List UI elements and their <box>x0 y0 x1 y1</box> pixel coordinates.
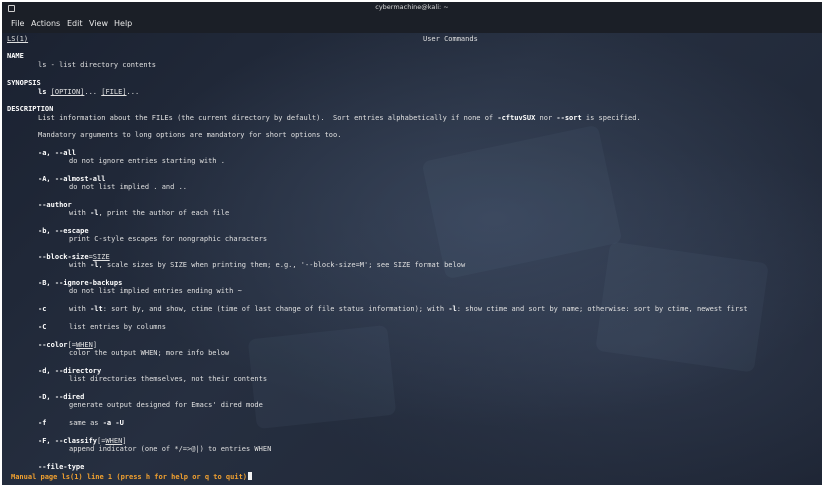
man-header-center: User Commands <box>423 35 478 43</box>
option-description: same as -a -U <box>69 419 124 427</box>
option-description: do not list implied entries ending with … <box>69 287 242 295</box>
title-bar[interactable]: cybermachine@kali: ~ <box>2 2 822 16</box>
menu-edit[interactable]: Edit <box>67 19 83 28</box>
window-title: cybermachine@kali: ~ <box>375 3 449 11</box>
menu-view[interactable]: View <box>89 19 108 28</box>
section-description-heading: DESCRIPTION <box>7 105 54 113</box>
menu-actions[interactable]: Actions <box>31 19 60 28</box>
pager-status-line: Manual page ls(1) line 1 (press h for he… <box>11 472 253 482</box>
option-description: do not list implied . and .. <box>69 183 188 191</box>
option-description: append indicator (one of */=>@|) to entr… <box>69 445 272 453</box>
section-synopsis-heading: SYNOPSIS <box>7 79 41 87</box>
option-description: list entries by columns <box>69 323 166 331</box>
terminal-window: cybermachine@kali: ~ File Actions Edit V… <box>2 2 822 485</box>
option-description: with -l, print the author of each file <box>69 209 230 217</box>
option-description: do not ignore entries starting with . <box>69 157 225 165</box>
option-flag: -C <box>38 323 47 331</box>
menu-file[interactable]: File <box>11 19 24 28</box>
option-description: list directories themselves, not their c… <box>69 375 268 383</box>
menu-help[interactable]: Help <box>114 19 132 28</box>
section-name-heading: NAME <box>7 52 24 60</box>
option-flag: --author <box>38 201 72 209</box>
synopsis-line: ls [OPTION]... [FILE]... <box>38 88 140 96</box>
option-description: with -l, scale sizes by SIZE when printi… <box>69 261 466 269</box>
description-line: Mandatory arguments to long options are … <box>38 131 342 139</box>
option-description: with -lt: sort by, and show, ctime (time… <box>69 305 748 313</box>
option-flag: -c <box>38 305 47 313</box>
text-cursor <box>248 472 253 480</box>
option-description: print C-style escapes for nongraphic cha… <box>69 235 268 243</box>
man-header-left: LS(1) <box>7 35 29 43</box>
name-text: ls - list directory contents <box>38 61 157 69</box>
option-description: color the output WHEN; more info below <box>69 349 230 357</box>
terminal-output[interactable]: LS(1) User Commands NAME ls - list direc… <box>2 33 822 485</box>
option-flag: --file-type <box>38 463 85 471</box>
menu-bar: File Actions Edit View Help <box>2 16 822 33</box>
option-description: generate output designed for Emacs' dire… <box>69 401 263 409</box>
option-flag: -f <box>38 419 47 427</box>
description-line: List information about the FILEs (the cu… <box>38 114 641 122</box>
